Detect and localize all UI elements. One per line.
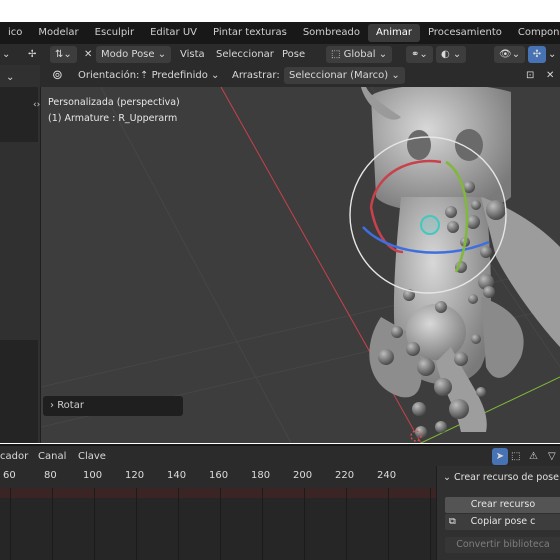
menu-marcador[interactable]: cador	[0, 448, 28, 465]
last-operator-panel[interactable]: › Rotar	[43, 396, 183, 416]
gizmo-chevron-icon[interactable]: ⌄	[548, 46, 556, 63]
left-panel-lower	[0, 340, 38, 443]
create-asset-button[interactable]: Crear recurso	[445, 497, 560, 513]
dopesheet-area[interactable]	[0, 488, 436, 560]
frame-label: 200	[293, 470, 313, 481]
copy-pose-label: Copiar pose c	[470, 516, 536, 527]
frame-label: 220	[335, 470, 355, 481]
editor-type-chevron-icon[interactable]: ⌄	[2, 46, 10, 63]
last-operator-label: Rotar	[57, 400, 84, 411]
convert-library-button[interactable]: Convertir biblioteca	[445, 537, 560, 553]
orientation-label: Orientación:	[78, 70, 140, 81]
drag-value: Seleccionar (Marco)	[289, 70, 389, 81]
frame-label: 120	[125, 470, 145, 481]
mode-selector[interactable]: Modo Pose ⌄	[96, 46, 172, 63]
copy-icon: ⧉	[449, 516, 456, 527]
menu-clave[interactable]: Clave	[78, 448, 106, 465]
tab-editar-uv[interactable]: Editar UV	[142, 24, 205, 42]
pose-panel-title: Crear recurso de pose	[454, 472, 559, 483]
tool-settings-icon[interactable]: ⇅⌄	[50, 46, 77, 63]
drag-dropdown[interactable]: Seleccionar (Marco) ⌄	[284, 67, 405, 84]
mode-label: Modo Pose	[101, 49, 155, 60]
pose-mode-icon: ✕	[84, 49, 93, 60]
3d-viewport[interactable]: Personalizada (perspectiva) (1) Armature…	[41, 87, 560, 443]
sidebar-toggle-icon[interactable]: ⊡	[526, 67, 534, 84]
viewport-header: ⌄ ✢ ⇅⌄ ✕ Modo Pose ⌄ Vista Seleccionar P…	[0, 44, 560, 66]
pose-panel-header[interactable]: ⌄ Crear recurso de pose	[443, 472, 559, 483]
drag-label: Arrastrar:	[232, 70, 280, 81]
frame-label: 160	[209, 470, 229, 481]
orientation-value: Predefinido	[151, 70, 208, 81]
copy-pose-button[interactable]: ⧉ Copiar pose c	[445, 514, 560, 530]
frame-label: 100	[83, 470, 103, 481]
left-panel-list	[0, 87, 38, 142]
orientation-dropdown[interactable]: ⇡ Predefinido ⌄	[140, 67, 219, 84]
box-select-icon[interactable]: ⬚	[511, 448, 520, 465]
filter-icon[interactable]: ▽	[548, 448, 556, 465]
left-panel-chevron-icon[interactable]: ⌄	[6, 69, 14, 86]
tab-sombreado[interactable]: Sombreado	[295, 24, 368, 42]
frame-ruler[interactable]: 60 80 100 120 140 160 180 200 220 240	[0, 466, 436, 488]
tab-esculpir[interactable]: Esculpir	[87, 24, 142, 42]
preview-range-bar	[0, 488, 436, 498]
pivot-point-icon[interactable]: ⚭⌄	[406, 46, 433, 63]
frame-label: 60	[3, 470, 16, 481]
tool-icon[interactable]: ⊚	[52, 67, 63, 84]
tab-layout[interactable]: ico	[0, 24, 30, 42]
select-cursor-icon[interactable]: ➤	[492, 448, 508, 465]
menu-pose[interactable]: Pose	[282, 46, 305, 63]
toolbar-expand-icon[interactable]: ‹›	[33, 100, 40, 110]
warning-icon[interactable]: ⚠	[529, 448, 538, 465]
visibility-icon[interactable]: 👁⌄	[494, 46, 526, 63]
viewport-scene[interactable]	[41, 87, 560, 443]
frame-label: 80	[44, 470, 57, 481]
view-name-label: Personalizada (perspectiva)	[48, 97, 180, 108]
tool-header: ⊚ Orientación: ⇡ Predefinido ⌄ Arrastrar…	[40, 65, 560, 87]
frame-label: 180	[251, 470, 271, 481]
expand-chevron-icon: ›	[50, 400, 54, 411]
menu-vista[interactable]: Vista	[180, 46, 205, 63]
pin-icon[interactable]: ✢	[28, 46, 36, 63]
transform-orientation-dropdown[interactable]: ⬚ Global ⌄	[326, 46, 393, 63]
close-icon[interactable]: ✕	[546, 67, 554, 84]
pose-library-panel: ⌄ Crear recurso de pose Crear recurso ⧉ …	[436, 466, 560, 560]
dopesheet-header: cador Canal Clave ➤ ⬚ ⚠ ▽	[0, 444, 560, 468]
gizmo-toggle-icon[interactable]: ✣	[528, 46, 546, 63]
snap-icon[interactable]: ◐ ⌄	[436, 46, 467, 63]
menu-canal[interactable]: Canal	[38, 448, 66, 465]
workspace-tabs: ico Modelar Esculpir Editar UV Pintar te…	[0, 22, 560, 44]
window-top-strip	[0, 0, 560, 22]
menu-seleccionar[interactable]: Seleccionar	[216, 46, 274, 63]
frame-label: 240	[377, 470, 397, 481]
panel-collapse-icon: ⌄	[443, 472, 451, 483]
active-object-label: (1) Armature : R_Upperarm	[48, 113, 178, 124]
tab-componer[interactable]: Componer	[510, 24, 560, 42]
tab-procesamiento[interactable]: Procesamiento	[420, 24, 510, 42]
tab-animar[interactable]: Animar	[368, 24, 420, 42]
transform-orientation-label: Global	[343, 49, 376, 60]
tab-modelar[interactable]: Modelar	[30, 24, 86, 42]
tab-pintar-texturas[interactable]: Pintar texturas	[205, 24, 295, 42]
frame-label: 140	[167, 470, 187, 481]
